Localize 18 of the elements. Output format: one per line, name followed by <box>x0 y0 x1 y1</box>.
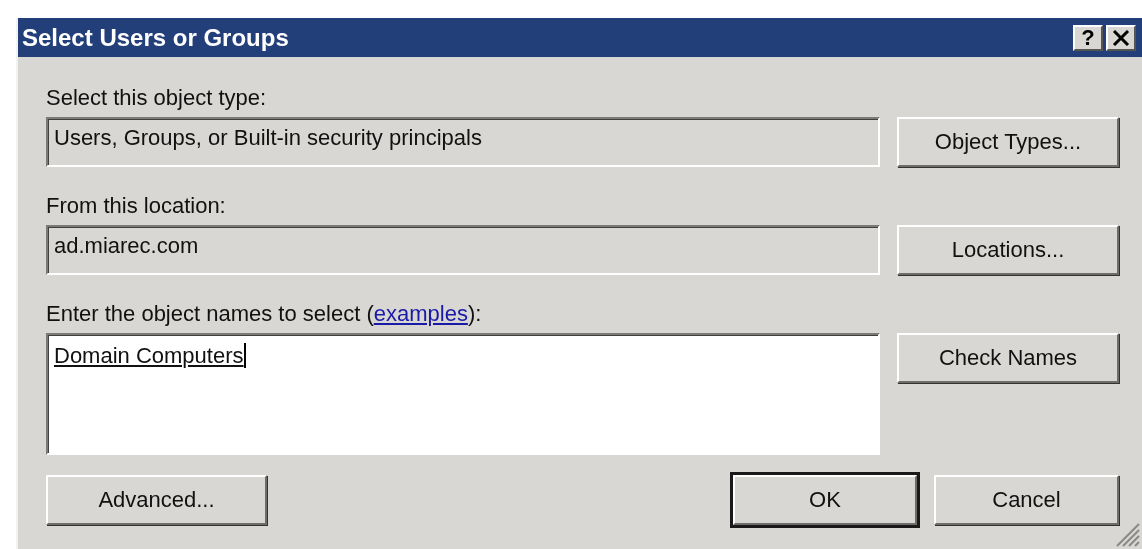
resize-grip-icon <box>1114 521 1140 547</box>
dialog-button[interactable]: Cancel <box>934 475 1119 525</box>
object-type-field[interactable]: Users, Groups, or Built-in security principals <box>46 117 880 167</box>
window-title: Select Users or Groups <box>22 23 289 52</box>
field-label: From this location: <box>46 193 226 218</box>
locations-button[interactable]: Locations... <box>897 225 1119 275</box>
help-button[interactable]: ? <box>1073 24 1103 51</box>
object-names-field[interactable]: Domain Computers <box>46 333 880 455</box>
dialog-button[interactable]: Advanced... <box>46 475 267 525</box>
dialog-button[interactable]: OK <box>733 475 917 525</box>
close-icon <box>1112 29 1130 46</box>
field-label: Enter the object names to select (examples): <box>46 301 482 326</box>
close-button[interactable] <box>1106 24 1136 51</box>
examples-link[interactable]: examples <box>373 301 468 326</box>
field-label: Select this object type: <box>46 85 267 110</box>
check-names-button[interactable]: Check Names <box>897 333 1119 383</box>
location-field[interactable]: ad.miarec.com <box>46 225 880 275</box>
object-types-button[interactable]: Object Types... <box>897 117 1119 167</box>
